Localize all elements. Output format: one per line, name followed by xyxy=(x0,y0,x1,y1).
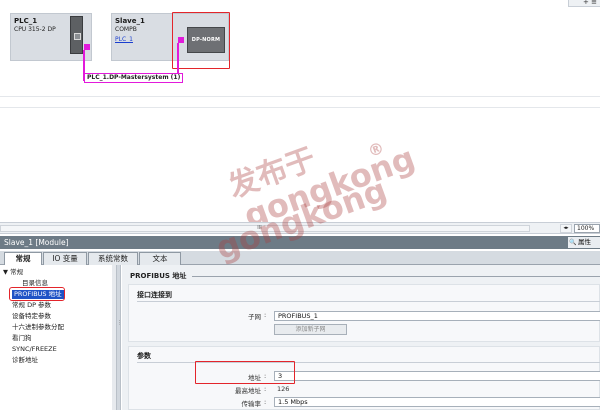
nav-diagnostic-address[interactable]: 诊断地址 xyxy=(12,356,38,365)
plc-name: PLC_1 xyxy=(14,17,38,25)
inspector-nav: ▼ 常规 目录信息 PROFIBUS 地址 常规 DP 参数 设备特定参数 十六… xyxy=(0,265,117,410)
zoom-level[interactable]: 100% xyxy=(574,224,600,233)
cpu-module[interactable] xyxy=(70,16,83,54)
max-address-value: 126 xyxy=(277,385,290,393)
inspector-tabs: 常规 IO 变量 系统常数 文本 xyxy=(0,251,600,265)
nav-general[interactable]: ▼ 常规 xyxy=(3,268,23,277)
plc-type: CPU 315-2 DP xyxy=(14,26,56,33)
section-rule xyxy=(192,276,600,277)
colon: : xyxy=(264,398,267,406)
divider xyxy=(0,96,600,97)
nav-watchdog[interactable]: 看门狗 xyxy=(12,334,32,343)
tab-system-constants[interactable]: 系统常数 xyxy=(88,252,138,265)
slave-type: COMPB xyxy=(115,26,137,33)
inspector-content: PROFIBUS 地址 接口连接到 子网 : PROFIBUS_1 添加新子网 … xyxy=(122,265,600,410)
params-title: 参数 xyxy=(137,352,151,360)
subnet-label: 子网 xyxy=(248,313,261,321)
interface-title: 接口连接到 xyxy=(137,291,172,299)
colon: : xyxy=(264,385,267,393)
slave-master-link[interactable]: PLC_1 xyxy=(115,36,133,43)
colon: : xyxy=(264,311,267,319)
highlight-box-module xyxy=(172,12,230,69)
plc-station[interactable]: PLC_1 CPU 315-2 DP xyxy=(10,13,92,61)
tab-general[interactable]: 常规 xyxy=(4,252,42,265)
tab-io-tags[interactable]: IO 变量 xyxy=(43,252,87,265)
divider xyxy=(0,107,600,108)
interface-panel: 接口连接到 子网 : PROFIBUS_1 添加新子网 xyxy=(128,284,600,342)
highlight-box-address xyxy=(195,361,295,384)
network-view: + ≡ PLC_1 CPU 315-2 DP Slave_1 COMPB PLC… xyxy=(0,0,600,222)
nav-sync-freeze[interactable]: SYNC/FREEZE xyxy=(12,345,57,354)
bus-label[interactable]: PLC_1.DP-Mastersystem (1) xyxy=(84,73,184,83)
cpu-grid-icon xyxy=(74,33,81,40)
slave-name: Slave_1 xyxy=(115,17,145,25)
properties-tab[interactable]: 属性 xyxy=(568,237,600,248)
baud-rate-select[interactable]: 1.5 Mbps xyxy=(274,397,600,407)
interface-rule xyxy=(137,301,600,302)
inspector-title: Slave_1 [Module] xyxy=(4,238,69,247)
baud-label: 传输率 xyxy=(241,400,262,408)
toolbar-glyph: + ≡ xyxy=(583,0,597,6)
nav-scrollbar[interactable] xyxy=(112,265,116,410)
network-toolbar[interactable]: + ≡ xyxy=(568,0,600,7)
plc-dp-port[interactable] xyxy=(84,44,90,50)
nav-device-params[interactable]: 设备特定参数 xyxy=(12,312,51,321)
nav-general-dp-params[interactable]: 常规 DP 参数 xyxy=(12,301,51,310)
highlight-box-nav xyxy=(9,287,65,301)
panel-splitter[interactable]: ⋮ xyxy=(117,265,122,410)
zoom-scroll[interactable]: ◂▸ xyxy=(560,224,572,233)
nav-hex-params[interactable]: 十六进制参数分配 xyxy=(12,323,64,332)
section-title: PROFIBUS 地址 xyxy=(130,272,187,280)
subnet-select[interactable]: PROFIBUS_1 xyxy=(274,311,600,321)
address-input[interactable]: 3 xyxy=(274,371,600,381)
add-subnet-button[interactable]: 添加新子网 xyxy=(274,324,347,335)
tab-texts[interactable]: 文本 xyxy=(139,252,181,265)
max-address-label: 最高地址 xyxy=(235,387,261,395)
